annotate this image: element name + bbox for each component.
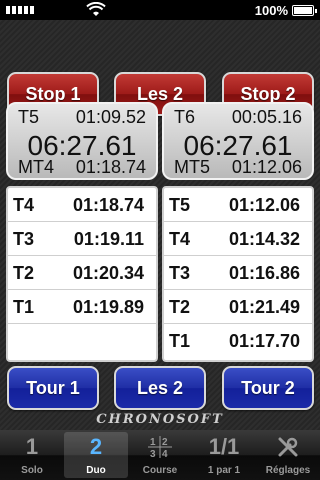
tab-label: Solo — [21, 465, 43, 476]
lap-row: T4 01:18.74 — [8, 188, 156, 222]
tab-label: 1 par 1 — [207, 465, 241, 476]
lap-id: T2 — [169, 297, 191, 317]
tools-icon — [256, 434, 320, 460]
lap-row-empty — [8, 324, 156, 358]
lap-time: 01:12.06 — [228, 195, 300, 215]
lap-id: T2 — [13, 263, 35, 283]
tour-2-button[interactable]: Tour 2 — [222, 366, 314, 410]
tab-solo[interactable]: 1 Solo — [0, 432, 64, 478]
wifi-icon — [86, 2, 106, 16]
svg-text:4: 4 — [162, 449, 168, 459]
lap-time: 01:19.11 — [73, 229, 144, 249]
lap-list-2[interactable]: T5 01:12.06 T4 01:14.32 T3 01:16.86 T2 01:21… — [162, 186, 314, 362]
tab-course[interactable]: 12 34 Course — [128, 432, 192, 478]
tab-label: Course — [142, 465, 178, 476]
lap-time: 01:19.89 — [72, 297, 144, 317]
lap-id: T3 — [13, 229, 35, 249]
lap-row: T3 01:19.11 — [8, 222, 156, 256]
tab-duo[interactable]: 2 Duo — [64, 432, 128, 478]
lap-id: T5 — [169, 195, 191, 215]
lap-id: T4 — [169, 229, 191, 249]
lap-id: T4 — [13, 195, 35, 215]
svg-text:2: 2 — [162, 437, 168, 448]
lap-id: T1 — [169, 331, 191, 351]
lap-row: T3 01:16.86 — [164, 256, 312, 290]
lap-time: 01:16.86 — [228, 263, 300, 283]
best-lap-label: MT5 — [174, 157, 210, 177]
svg-text:1: 1 — [150, 437, 156, 448]
lap-time: 01:17.70 — [228, 331, 300, 351]
timer-panel-2: T6 00:05.16 06:27.61 MT5 01:12.06 — [162, 102, 314, 180]
lap-row: T1 01:17.70 — [164, 324, 312, 358]
one-by-one-icon: 1/1 — [208, 434, 240, 459]
tab-label: Réglages — [265, 465, 311, 476]
solo-icon: 1 — [25, 434, 39, 459]
timer-panel-1: T5 01:09.52 06:27.61 MT4 01:18.74 — [6, 102, 158, 180]
lap-row: T5 01:12.06 — [164, 188, 312, 222]
best-lap-label: MT4 — [18, 157, 54, 177]
brand-logo: CHRONOSOFT — [96, 412, 224, 427]
lap-id: T3 — [169, 263, 191, 283]
lap-row: T1 01:19.89 — [8, 290, 156, 324]
lap-row: T2 01:21.49 — [164, 290, 312, 324]
lap-time: 01:21.49 — [228, 297, 300, 317]
tab-reglages[interactable]: Réglages — [256, 432, 320, 478]
lap-list-1[interactable]: T4 01:18.74 T3 01:19.11 T2 01:20.34 T1 01:19… — [6, 186, 158, 362]
course-icon: 12 34 — [128, 434, 192, 460]
tab-label: Duo — [86, 465, 106, 476]
tab-1-par-1[interactable]: 1/1 1 par 1 — [192, 432, 256, 478]
current-lap-time: 00:05.16 — [231, 107, 302, 127]
svg-text:3: 3 — [150, 449, 156, 459]
current-lap-label: T5 — [18, 107, 40, 127]
lap-row: T2 01:20.34 — [8, 256, 156, 290]
lap-time: 01:14.32 — [228, 229, 300, 249]
current-lap-label: T6 — [174, 107, 196, 127]
lap-time: 01:20.34 — [72, 263, 144, 283]
lap-id: T1 — [13, 297, 35, 317]
battery-icon — [292, 5, 317, 16]
signal-icon — [6, 6, 34, 14]
lap-row: T4 01:14.32 — [164, 222, 312, 256]
best-lap-time: 01:12.06 — [231, 157, 302, 177]
status-bar: 100% — [0, 0, 320, 20]
tab-bar: 1 Solo 2 Duo 12 34 Course 1/1 1 par 1 Ré… — [0, 430, 320, 480]
duo-icon: 2 — [89, 434, 103, 459]
battery-percent: 100% — [254, 3, 288, 18]
current-lap-time: 01:09.52 — [75, 107, 146, 127]
tour-1-button[interactable]: Tour 1 — [7, 366, 99, 410]
both-lap-button[interactable]: Les 2 — [114, 366, 206, 410]
lap-time: 01:18.74 — [72, 195, 144, 215]
best-lap-time: 01:18.74 — [75, 157, 146, 177]
